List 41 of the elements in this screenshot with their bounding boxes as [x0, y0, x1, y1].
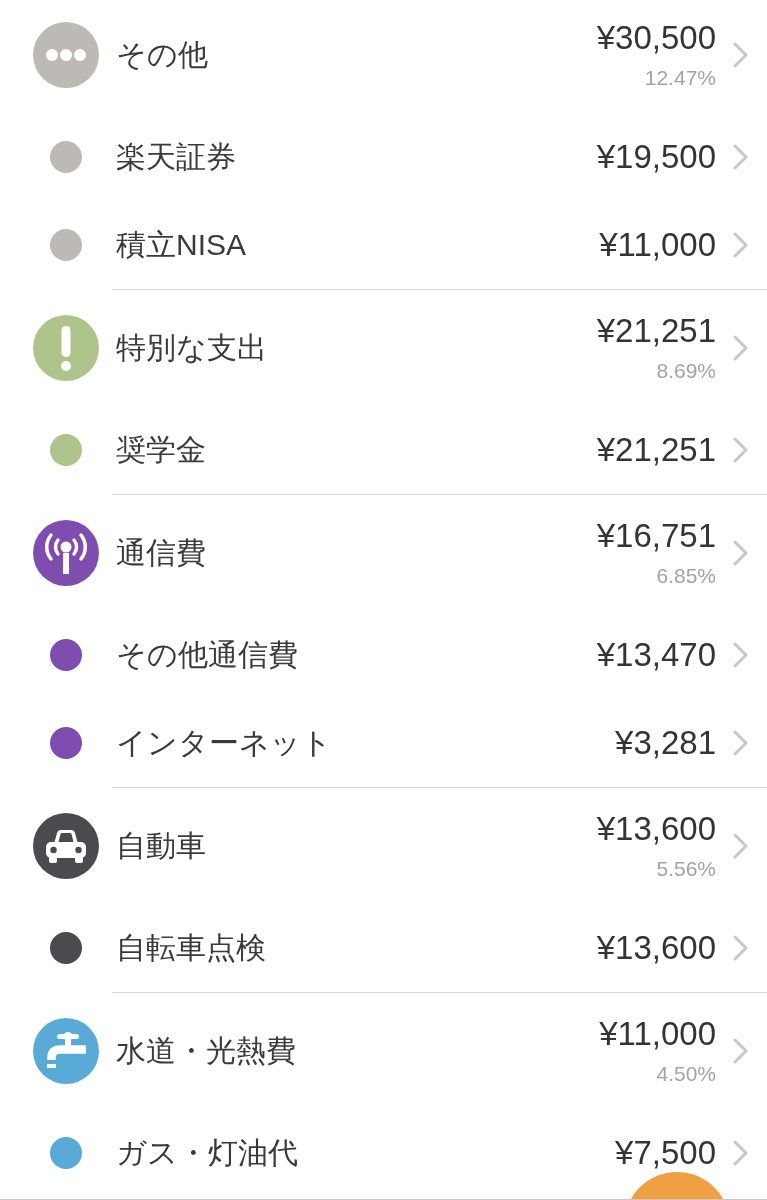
category-name: その他 — [116, 37, 209, 73]
category-name: 通信費 — [116, 535, 207, 571]
category-amount: ¥13,600 — [596, 811, 716, 846]
subcategory-amount: ¥13,470 — [596, 638, 716, 672]
subcategory-amount: ¥13,600 — [596, 931, 716, 965]
category-name: 水道・光熱費 — [116, 1033, 297, 1069]
subcategory-amount: ¥11,000 — [599, 228, 716, 262]
subcategory-amount: ¥21,251 — [596, 433, 716, 467]
chevron-icon — [733, 642, 748, 668]
chevron-icon — [733, 730, 748, 756]
category-amount: ¥21,251 — [596, 313, 716, 348]
chevron-icon — [733, 232, 748, 258]
chevron-icon — [733, 1038, 748, 1064]
category-percentage: 4.50% — [656, 1061, 716, 1086]
category-amount: ¥30,500 — [596, 20, 716, 55]
chevron-icon — [733, 540, 748, 566]
chevron-icon — [733, 935, 748, 961]
category-percentage: 5.56% — [656, 856, 716, 881]
chevron-icon — [733, 833, 748, 859]
category-name: 自動車 — [116, 828, 207, 864]
category-percentage: 12.47% — [644, 65, 716, 90]
subcategory-amount: ¥19,500 — [596, 140, 716, 174]
subcategory-name: インターネット — [116, 725, 333, 761]
subcategory-name: 自転車点検 — [116, 930, 267, 966]
chevron-icon — [733, 335, 748, 361]
subcategory-name: 楽天証券 — [116, 139, 237, 175]
chevron-icon — [733, 437, 748, 463]
chevron-icon — [733, 144, 748, 170]
category-name: 特別な支出 — [116, 330, 268, 366]
chevron-icon — [733, 1140, 748, 1166]
subcategory-name: ガス・灯油代 — [116, 1135, 299, 1171]
subcategory-name: その他通信費 — [116, 637, 299, 673]
subcategory-name: 奨学金 — [116, 432, 207, 468]
subcategory-amount: ¥7,500 — [615, 1136, 716, 1170]
category-amount: ¥16,751 — [596, 518, 716, 553]
chevron-icon — [733, 42, 748, 68]
category-percentage: 6.85% — [656, 563, 716, 588]
subcategory-amount: ¥3,281 — [615, 726, 716, 760]
subcategory-name: 積立NISA — [116, 227, 248, 263]
category-amount: ¥11,000 — [599, 1016, 716, 1051]
category-percentage: 8.69% — [656, 358, 716, 383]
